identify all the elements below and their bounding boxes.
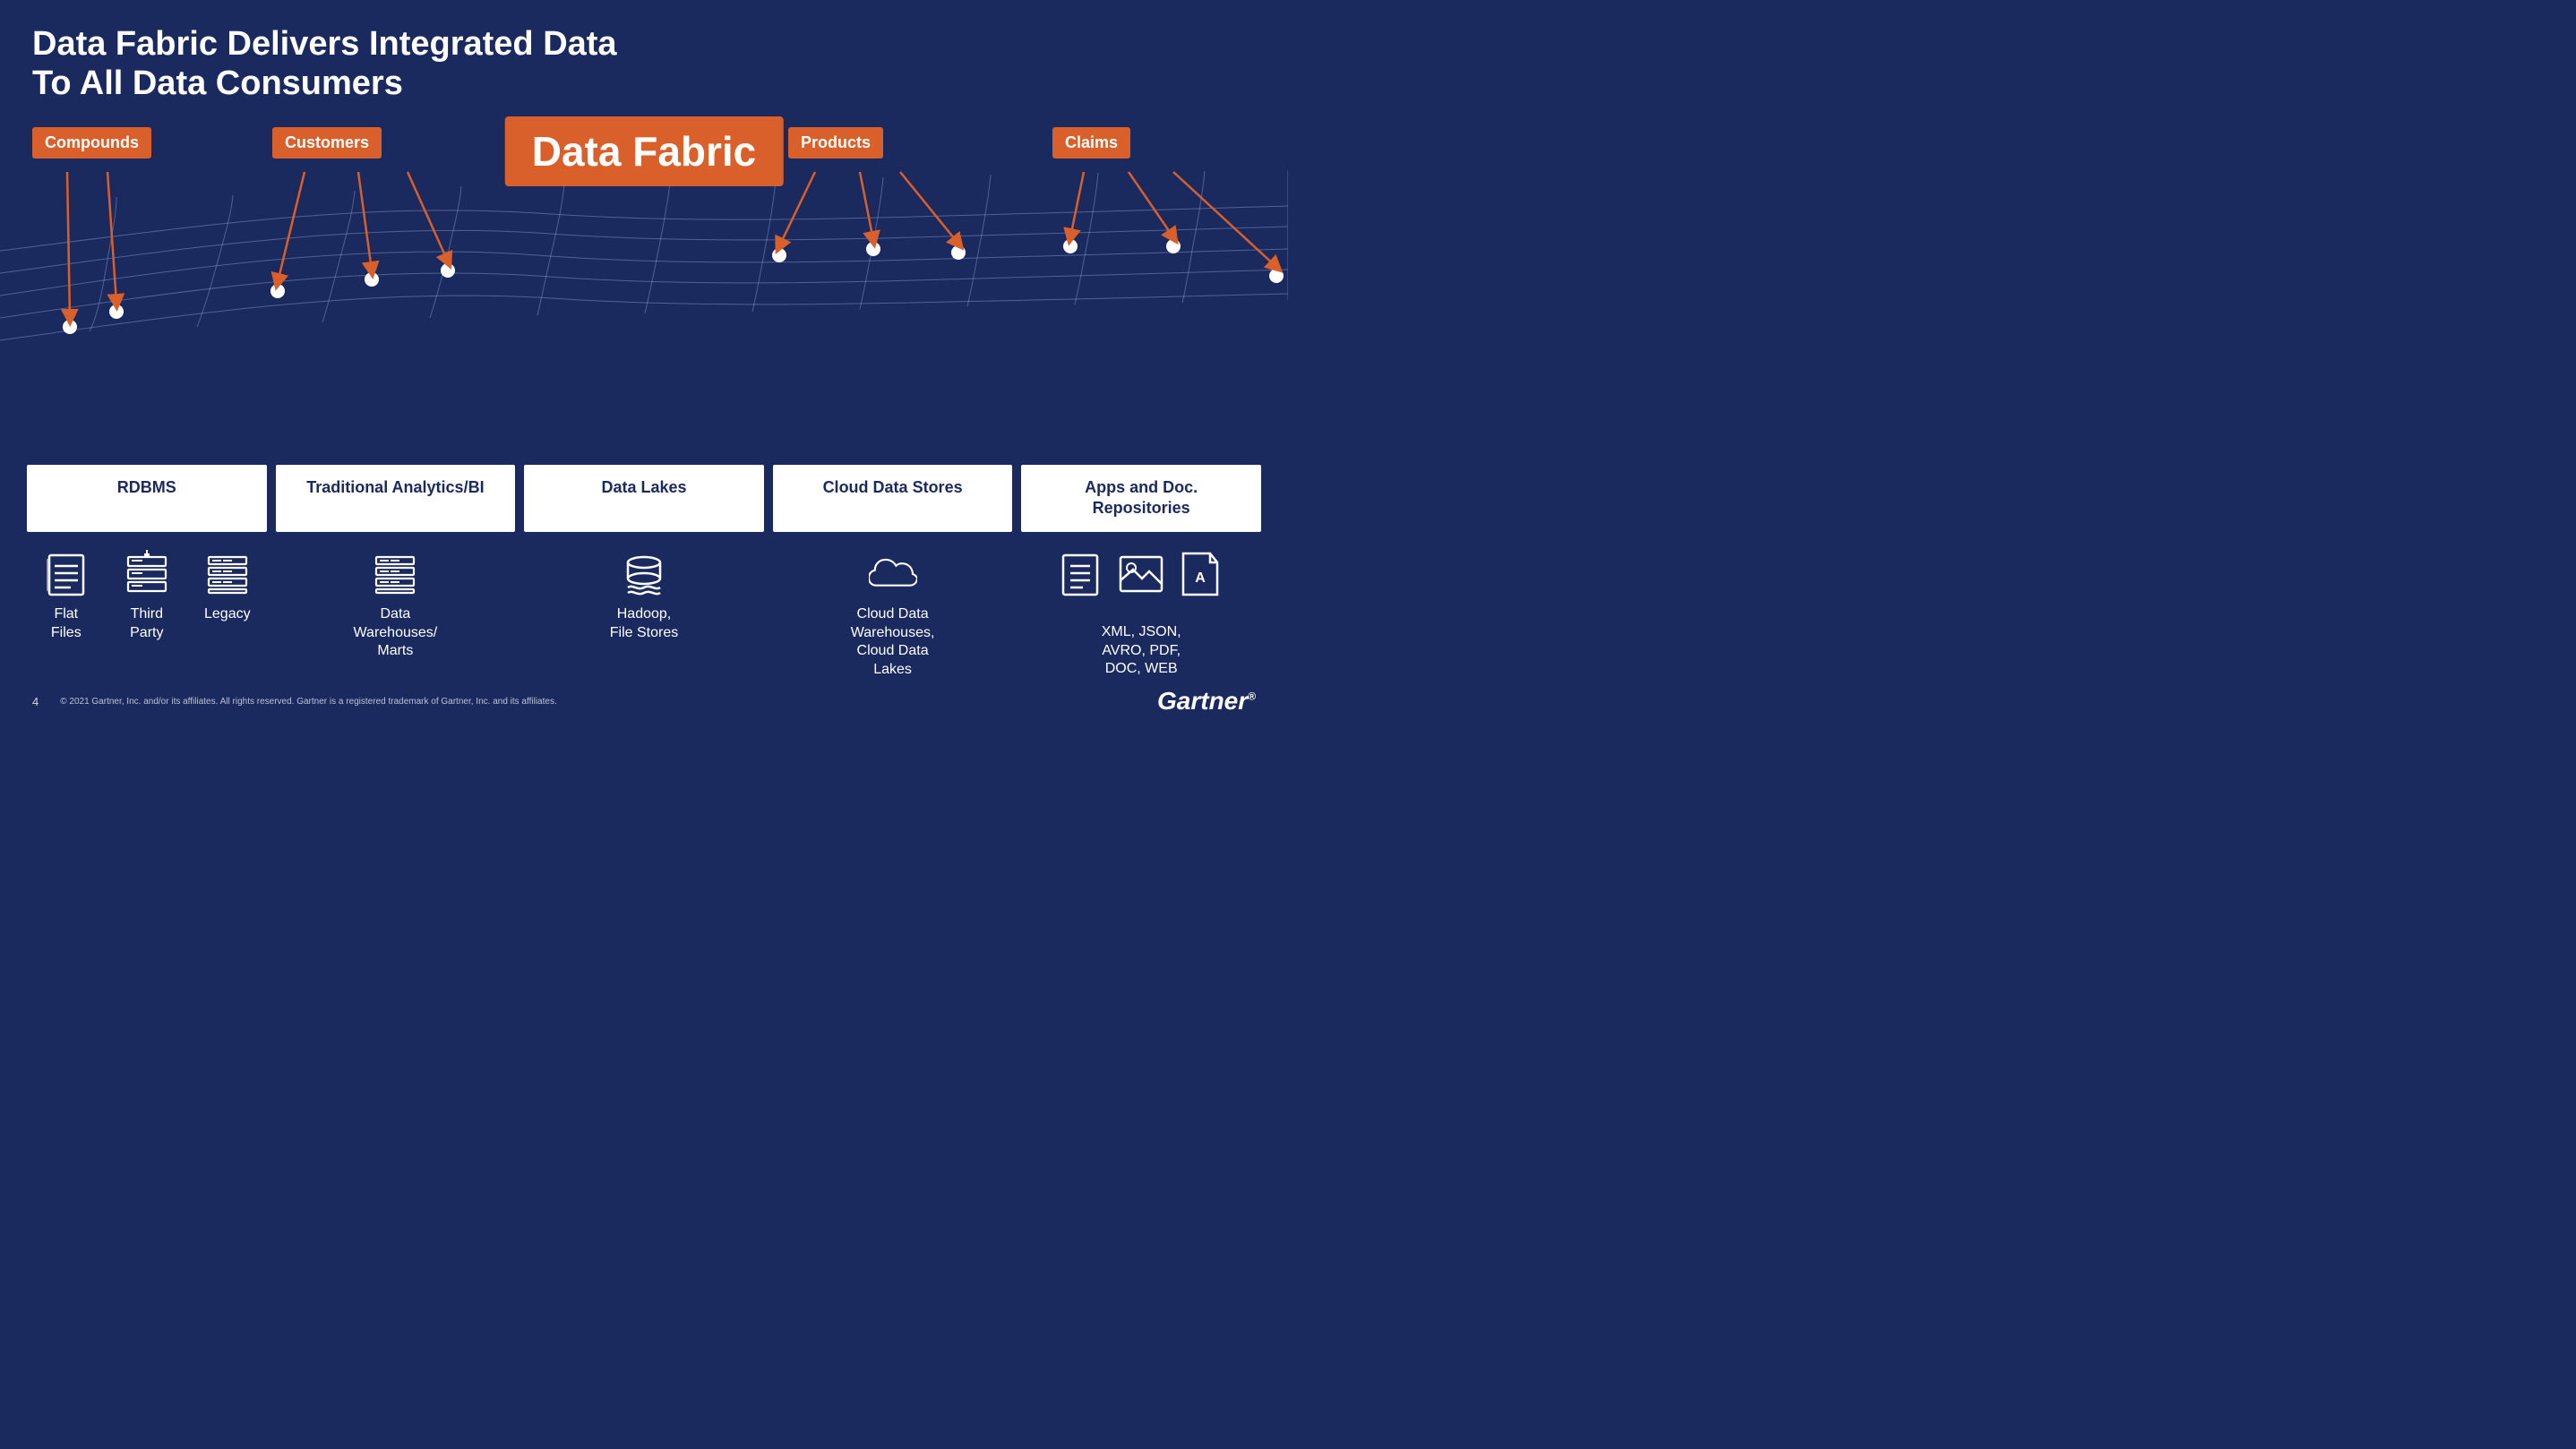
- flat-files-icon: [42, 550, 90, 598]
- icon-item-doc: A: [1176, 550, 1224, 598]
- xml-icon: [1058, 550, 1106, 598]
- legacy-label: Legacy: [204, 605, 251, 624]
- icon-group-apps: A XML, JSON,AVRO, PDF,DOC, WEB: [1021, 550, 1261, 679]
- flat-files-label: FlatFiles: [51, 605, 82, 643]
- icon-item-legacy: Legacy: [196, 550, 259, 624]
- image-icon: [1117, 550, 1165, 598]
- category-lakes: Data Lakes: [524, 465, 764, 532]
- icons-row: FlatFiles ThirdParty: [27, 550, 1261, 680]
- hadoop-icon: [620, 550, 668, 598]
- cloud-data-label: Cloud DataWarehouses,Cloud DataLakes: [851, 605, 935, 680]
- icon-group-analytics: DataWarehouses/Marts: [276, 550, 516, 661]
- label-claims: Claims: [1052, 127, 1130, 159]
- icon-item-cloud-data: Cloud DataWarehouses,Cloud DataLakes: [851, 550, 935, 680]
- icon-item-data-warehouse: DataWarehouses/Marts: [354, 550, 438, 661]
- data-warehouse-icon: [371, 550, 419, 598]
- icon-group-cloud: Cloud DataWarehouses,Cloud DataLakes: [773, 550, 1013, 680]
- header-section: Data Fabric Delivers Integrated Data To …: [32, 25, 659, 103]
- page-title: Data Fabric Delivers Integrated Data To …: [32, 25, 659, 103]
- icon-item-third-party: ThirdParty: [116, 550, 178, 643]
- label-customers: Customers: [272, 127, 382, 159]
- categories-row: RDBMS Traditional Analytics/BI Data Lake…: [27, 465, 1261, 532]
- icon-group-lakes: Hadoop,File Stores: [524, 550, 764, 643]
- bottom-section: RDBMS Traditional Analytics/BI Data Lake…: [0, 465, 1288, 680]
- gartner-logo: Gartner®: [1157, 687, 1256, 716]
- footer-page: 4: [32, 695, 39, 708]
- data-fabric-label: Data Fabric: [505, 116, 784, 186]
- label-products: Products: [788, 127, 883, 159]
- legacy-icon: [203, 550, 252, 598]
- category-cloud: Cloud Data Stores: [773, 465, 1013, 532]
- icon-item-image: [1117, 550, 1165, 598]
- category-apps: Apps and Doc. Repositories: [1021, 465, 1261, 532]
- category-analytics: Traditional Analytics/BI: [276, 465, 516, 532]
- icon-item-xml: [1058, 550, 1106, 598]
- third-party-label: ThirdParty: [130, 605, 163, 643]
- third-party-icon: [123, 550, 171, 598]
- icon-group-rdbms: FlatFiles ThirdParty: [27, 550, 267, 643]
- hadoop-label: Hadoop,File Stores: [610, 605, 678, 643]
- icon-item-flat-files: FlatFiles: [35, 550, 98, 643]
- footer: 4 © 2021 Gartner, Inc. and/or its affili…: [32, 687, 1256, 716]
- footer-copyright: © 2021 Gartner, Inc. and/or its affiliat…: [60, 697, 556, 707]
- label-compounds: Compounds: [32, 127, 151, 159]
- svg-text:A: A: [1195, 570, 1206, 586]
- doc-icon: A: [1176, 550, 1224, 598]
- data-warehouse-label: DataWarehouses/Marts: [354, 605, 438, 661]
- cloud-data-icon: [869, 550, 917, 598]
- category-rdbms: RDBMS: [27, 465, 267, 532]
- icon-item-hadoop: Hadoop,File Stores: [610, 550, 678, 643]
- apps-combined-label: XML, JSON,AVRO, PDF,DOC, WEB: [1102, 623, 1181, 679]
